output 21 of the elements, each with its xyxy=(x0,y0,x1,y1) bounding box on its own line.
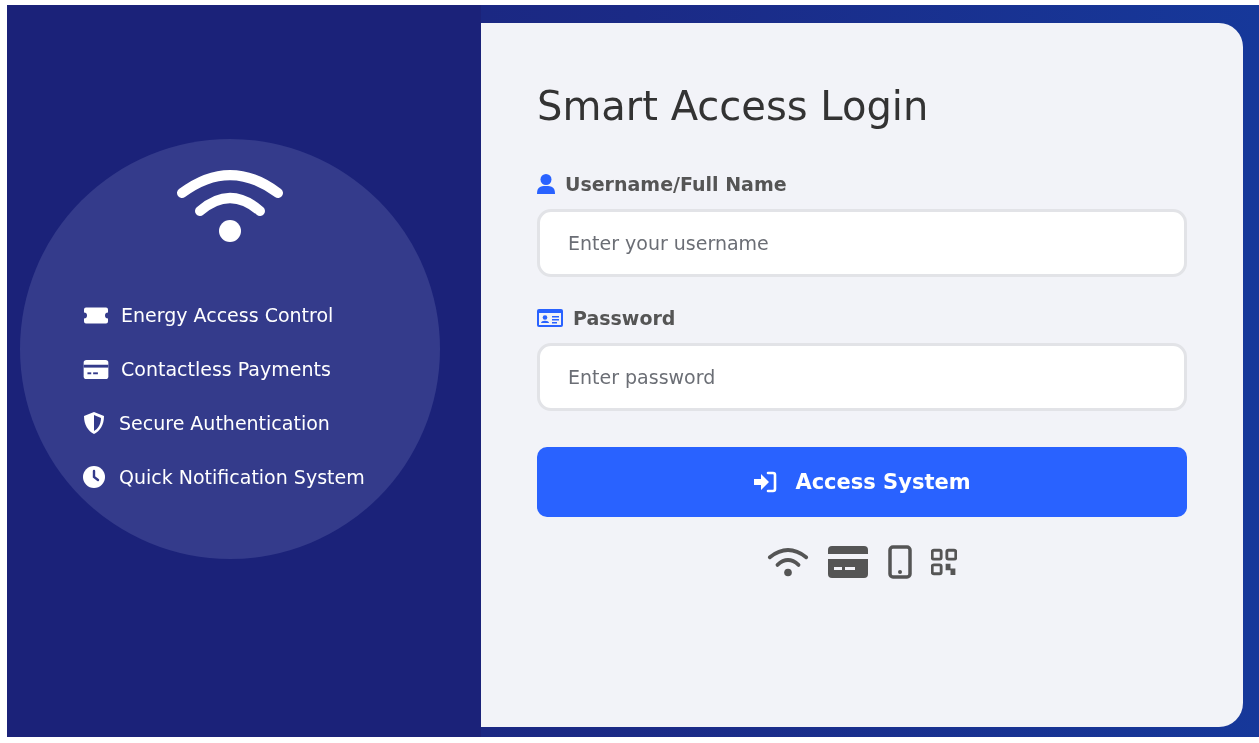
login-title: Smart Access Login xyxy=(537,83,930,129)
credit-card-icon xyxy=(827,546,869,578)
user-icon xyxy=(537,174,555,194)
input-field[interactable]: Enter password xyxy=(537,343,1187,411)
access-system-button[interactable]: Access System xyxy=(537,447,1187,517)
ticket-icon xyxy=(83,305,109,325)
feature-label: Secure Authentication xyxy=(119,412,330,434)
wifi-icon xyxy=(767,546,809,578)
feature-label: Energy Access Control xyxy=(121,304,334,326)
shield-icon xyxy=(83,412,105,434)
phone-icon xyxy=(887,545,913,579)
feature-label: Quick Notification System xyxy=(119,466,365,488)
sign-in-icon xyxy=(753,471,778,493)
credit-card-icon xyxy=(83,359,109,379)
id-card-icon xyxy=(537,309,563,327)
field-label: Username/Full Name xyxy=(565,173,787,195)
input-field[interactable]: Enter your username xyxy=(537,209,1187,277)
wifi-icon xyxy=(176,167,284,243)
clock-icon xyxy=(83,466,105,488)
feature-label: Contactless Payments xyxy=(121,358,331,380)
field-label: Password xyxy=(573,307,676,329)
